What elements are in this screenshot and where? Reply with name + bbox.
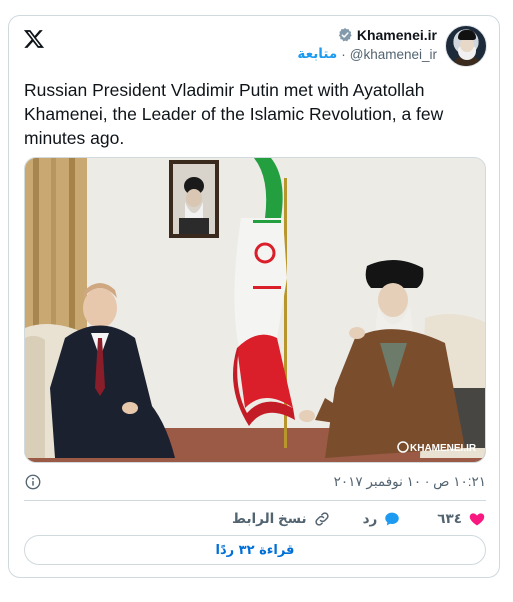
photo-watermark: KHAMENEI.IR	[410, 443, 477, 454]
follow-button[interactable]: متابعة	[297, 46, 337, 62]
avatar[interactable]	[445, 25, 487, 67]
author-block: Khamenei.ir متابعة · @khamenei_ir	[297, 27, 437, 62]
copy-link-label: نسخ الرابط	[232, 511, 307, 526]
tweet-text: Russian President Vladimir Putin met wit…	[24, 80, 444, 148]
like-count: ٦٣٤	[437, 511, 462, 526]
display-name[interactable]: Khamenei.ir	[357, 27, 437, 43]
action-bar: ٦٣٤ رد نسخ الرابط	[24, 508, 486, 530]
link-icon	[314, 512, 329, 526]
reply-button[interactable]: رد	[363, 510, 402, 528]
handle[interactable]: @khamenei_ir	[350, 47, 437, 62]
heart-icon	[469, 513, 485, 526]
x-logo-icon[interactable]	[23, 28, 45, 50]
tweet-photo[interactable]: KHAMENEI.IR	[24, 157, 486, 463]
read-replies-button[interactable]: قراءة ٣٢ ردًا	[24, 535, 486, 565]
like-button[interactable]: ٦٣٤	[437, 510, 486, 528]
verified-badge-icon	[338, 28, 352, 42]
reply-bubble-icon	[385, 512, 400, 526]
meta-row: ١٠:٢١ ص · ١٠ نوفمبر ٢٠١٧	[24, 470, 486, 494]
copy-link-button[interactable]: نسخ الرابط	[232, 510, 331, 528]
reply-label: رد	[362, 511, 378, 526]
divider	[24, 500, 486, 501]
timestamp[interactable]: ١٠:٢١ ص · ١٠ نوفمبر ٢٠١٧	[334, 474, 486, 490]
tweet-card: Khamenei.ir متابعة · @khamenei_ir Russia…	[8, 15, 500, 578]
info-icon[interactable]	[24, 473, 42, 491]
separator-dot: ·	[341, 46, 346, 62]
